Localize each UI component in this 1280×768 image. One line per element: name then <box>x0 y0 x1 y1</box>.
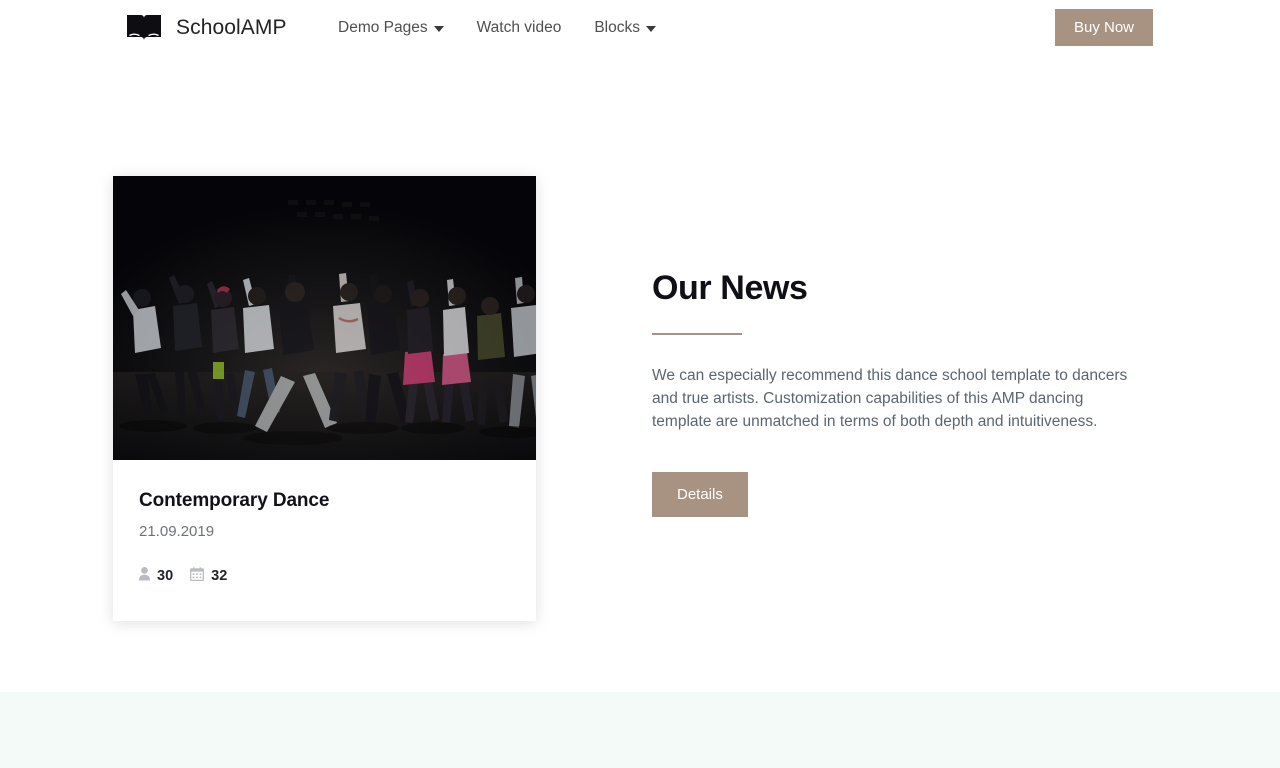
open-book-icon <box>125 13 163 43</box>
nav-item-blocks[interactable]: Blocks <box>594 19 656 37</box>
nav-item-watch-video[interactable]: Watch video <box>477 19 562 37</box>
main-navigation: Demo Pages Watch video Blocks <box>338 19 656 37</box>
news-section: Contemporary Dance 21.09.2019 30 32 Our … <box>0 56 1280 692</box>
user-icon <box>139 567 150 585</box>
news-heading: Our News <box>652 269 808 307</box>
meta-days: 32 <box>190 567 227 585</box>
news-card-date: 21.09.2019 <box>139 523 215 540</box>
details-button[interactable]: Details <box>652 471 748 518</box>
news-card-body: Contemporary Dance 21.09.2019 30 32 <box>113 460 536 621</box>
news-card-image <box>113 176 536 460</box>
calendar-icon <box>190 567 205 585</box>
nav-item-demo-pages[interactable]: Demo Pages <box>338 19 444 37</box>
buy-now-button[interactable]: Buy Now <box>1054 9 1153 47</box>
news-body-text: We can especially recommend this dance s… <box>652 366 1128 430</box>
news-content: Our News We can especially recommend thi… <box>652 268 1152 518</box>
brand-logo-link[interactable]: SchoolAMP <box>125 13 287 43</box>
footer-band <box>0 692 1280 768</box>
nav-label-demo-pages: Demo Pages <box>338 19 428 36</box>
nav-label-watch-video: Watch video <box>476 19 562 36</box>
meta-days-value: 32 <box>211 568 228 584</box>
chevron-down-icon <box>645 26 656 32</box>
news-card[interactable]: Contemporary Dance 21.09.2019 30 32 <box>113 176 536 621</box>
news-card-meta: 30 32 <box>139 567 510 585</box>
meta-attendees-value: 30 <box>157 568 174 584</box>
chevron-down-icon <box>433 26 444 32</box>
meta-attendees: 30 <box>139 567 173 585</box>
nav-label-blocks: Blocks <box>594 19 640 36</box>
brand-name: SchoolAMP <box>176 16 287 39</box>
news-card-title: Contemporary Dance <box>139 490 330 511</box>
heading-underline <box>652 332 742 335</box>
site-header: SchoolAMP Demo Pages Watch video Blocks … <box>0 0 1280 56</box>
